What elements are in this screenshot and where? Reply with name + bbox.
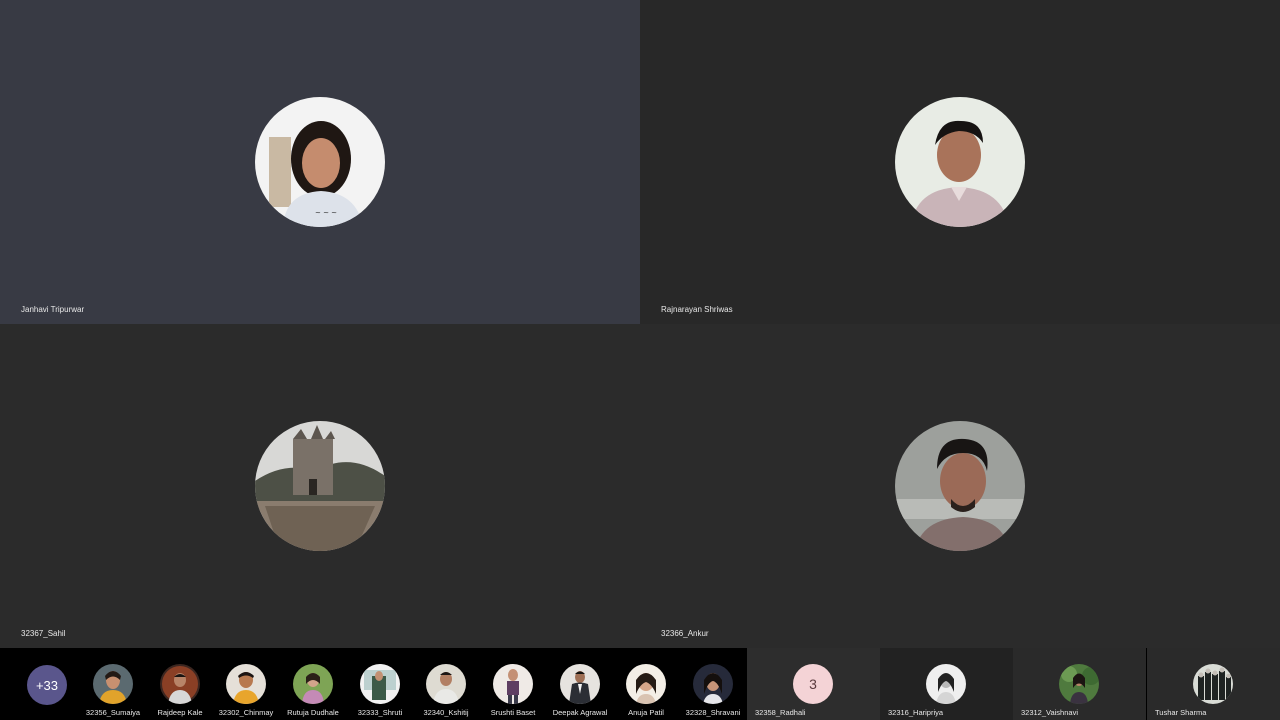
avatar-kshitij (426, 664, 466, 704)
participant-name: 32312_Vaishnavi (1021, 708, 1078, 717)
avatar-rajnarayan (895, 97, 1025, 227)
avatar-rutuja (293, 664, 333, 704)
video-tile-rajnarayan[interactable]: Rajnarayan Shriwas (640, 0, 1280, 324)
video-tile-ankur[interactable]: 32366_Ankur (640, 324, 1280, 648)
avatar-sumaiya (93, 664, 133, 704)
video-tile-janhavi[interactable]: ~ ~ ~ Janhavi Tripurwar (0, 0, 640, 324)
avatar-haripriya (926, 664, 966, 704)
strip-thumb-chinmay[interactable]: 32302_Chinmay (213, 648, 279, 720)
strip-thumb-rajdeep[interactable]: Rajdeep Kale (147, 648, 213, 720)
strip-thumb-kshitij[interactable]: 32340_Kshitij (413, 648, 479, 720)
strip-tile-radhali[interactable]: 3 32358_Radhali (747, 648, 880, 720)
strip-thumb-anuja[interactable]: Anuja Patil (613, 648, 679, 720)
strip-thumb-srushti[interactable]: Srushti Baset (480, 648, 546, 720)
strip-thumb-rutuja[interactable]: Rutuja Dudhale (280, 648, 346, 720)
participant-name: Rajnarayan Shriwas (661, 305, 733, 314)
video-tile-sahil[interactable]: 32367_Sahil (0, 324, 640, 648)
avatar-ankur (895, 421, 1025, 551)
strip-thumb-sumaiya[interactable]: 32356_Sumaiya (80, 648, 146, 720)
strip-thumb-deepak[interactable]: Deepak Agrawal (547, 648, 613, 720)
strip-tile-vaishnavi[interactable]: 32312_Vaishnavi (1013, 648, 1146, 720)
svg-text:~ ~ ~: ~ ~ ~ (315, 209, 337, 217)
avatar-shruti (360, 664, 400, 704)
participant-name: 32328_Shravani (685, 708, 741, 717)
strip-thumb-shruti[interactable]: 32333_Shruti (347, 648, 413, 720)
avatar-anuja (626, 664, 666, 704)
avatar-srushti (493, 664, 533, 704)
participant-name: Tushar Sharma (1155, 708, 1207, 717)
avatar-tushar (1193, 664, 1233, 704)
initial-avatar-radhali: 3 (793, 664, 833, 704)
participant-name: 32316_Haripriya (888, 708, 944, 717)
avatar-rajdeep (160, 664, 200, 704)
avatar-vaishnavi (1059, 664, 1099, 704)
strip-thumb-shravani[interactable]: 32328_Shravani (680, 648, 746, 720)
strip-tile-haripriya[interactable]: 32316_Haripriya (880, 648, 1013, 720)
avatar-chinmay (226, 664, 266, 704)
avatar-sahil (255, 421, 385, 551)
avatar-janhavi: ~ ~ ~ (255, 97, 385, 227)
participant-name: 32358_Radhali (755, 708, 806, 717)
participant-name: 32367_Sahil (21, 629, 66, 638)
avatar-deepak (560, 664, 600, 704)
strip-tile-tushar[interactable]: Tushar Sharma (1147, 648, 1280, 720)
participant-name: Janhavi Tripurwar (21, 305, 85, 314)
participant-name: 32366_Ankur (661, 629, 709, 638)
avatar-shravani (693, 664, 733, 704)
more-participants-button[interactable]: +33 (27, 665, 67, 705)
